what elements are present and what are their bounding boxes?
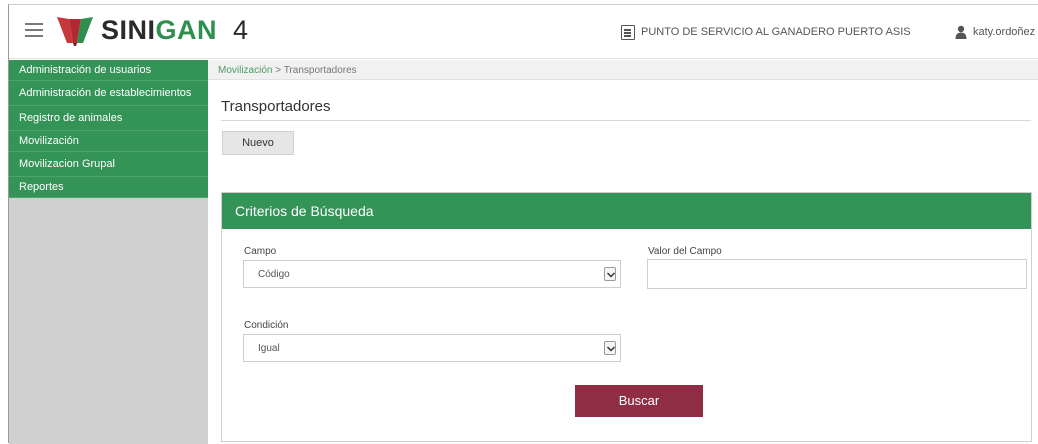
sidebar: Administración de usuarios Administració… <box>9 60 208 444</box>
panel-title: Criterios de Búsqueda <box>222 193 1031 229</box>
new-button[interactable]: Nuevo <box>222 131 294 155</box>
chevron-down-icon[interactable] <box>604 341 616 355</box>
menu-toggle-icon[interactable] <box>25 23 43 37</box>
condicion-select[interactable]: Igual <box>243 334 621 362</box>
sidebar-item-mobilization[interactable]: Movilización <box>9 131 208 152</box>
app-logo-text: SINIGAN <box>101 15 218 45</box>
campo-select[interactable]: Código <box>243 260 621 288</box>
main-content: Movilización > Transportadores Transport… <box>208 60 1038 444</box>
valor-field[interactable] <box>647 259 1027 289</box>
title-divider <box>221 120 1031 121</box>
sidebar-menu: Administración de usuarios Administració… <box>9 60 208 198</box>
top-bar: SINIGAN 4 PUNTO DE SERVICIO AL GANADERO … <box>9 5 1038 59</box>
sidebar-item-animal-registry[interactable]: Registro de animales <box>9 106 208 131</box>
page-title: Transportadores <box>221 98 331 115</box>
sidebar-item-reports[interactable]: Reportes <box>9 177 208 198</box>
campo-label: Campo <box>244 246 277 257</box>
search-criteria-panel: Criterios de Búsqueda Campo Código Valor… <box>221 192 1032 442</box>
search-button[interactable]: Buscar <box>575 385 703 417</box>
building-icon <box>621 25 635 40</box>
valor-label: Valor del Campo <box>648 246 722 257</box>
campo-select-value: Código <box>258 269 290 280</box>
app-window: SINIGAN 4 PUNTO DE SERVICIO AL GANADERO … <box>8 4 1038 444</box>
breadcrumb: Movilización > Transportadores <box>208 60 1038 80</box>
sidebar-item-establishments[interactable]: Administración de establecimientos <box>9 81 208 106</box>
sinigan-logo-icon <box>57 17 93 46</box>
service-point-label[interactable]: PUNTO DE SERVICIO AL GANADERO PUERTO ASI… <box>641 26 911 38</box>
chevron-down-icon[interactable] <box>604 267 616 281</box>
breadcrumb-parent-link[interactable]: Movilización <box>218 65 272 76</box>
user-icon <box>955 25 967 39</box>
sidebar-item-users[interactable]: Administración de usuarios <box>9 60 208 81</box>
user-name[interactable]: katy.ordoñez <box>973 26 1038 38</box>
breadcrumb-separator: > <box>272 65 284 76</box>
condicion-select-value: Igual <box>258 343 280 354</box>
breadcrumb-current: Transportadores <box>283 65 357 76</box>
app-version: 4 <box>233 15 249 45</box>
condicion-label: Condición <box>244 320 289 331</box>
sidebar-item-group-mobilization[interactable]: Movilizacion Grupal <box>9 152 208 177</box>
